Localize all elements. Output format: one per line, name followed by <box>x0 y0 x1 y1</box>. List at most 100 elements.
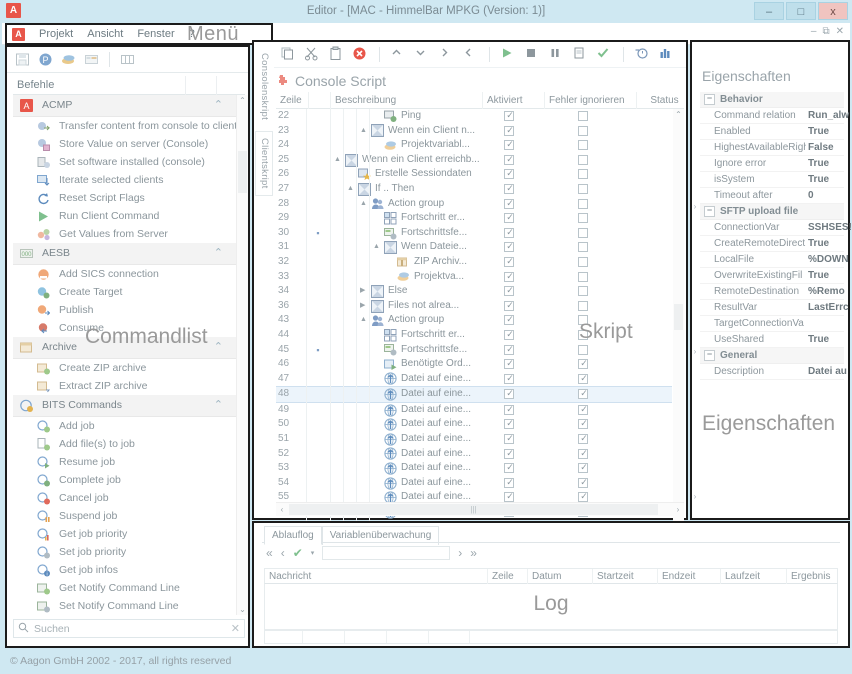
script-horizontal-scrollbar[interactable]: ‹ ||| › <box>276 502 684 516</box>
scroll-down-icon[interactable]: ⌄ <box>237 604 248 615</box>
expand-right-icon[interactable]: › <box>692 202 698 211</box>
enabled-checkbox[interactable] <box>504 166 515 181</box>
property-group-sftp-upload-file[interactable]: − SFTP upload file <box>700 204 844 220</box>
close-button[interactable]: x <box>818 2 848 20</box>
script-row[interactable]: 50 Datei auf eine... <box>276 416 672 432</box>
mdi-restore-button[interactable]: – <box>811 26 817 37</box>
column-status[interactable]: Status <box>636 92 688 109</box>
script-row[interactable]: 24 Projektvariabl... <box>276 137 672 153</box>
tree-expander[interactable]: ▶ <box>360 284 365 299</box>
script-row[interactable]: 52 Datei auf eine... <box>276 446 672 462</box>
move-up-icon[interactable] <box>390 46 407 63</box>
log-column-nachricht[interactable]: Nachricht <box>265 569 487 584</box>
mdi-close-button[interactable]: ✕ <box>836 26 844 37</box>
ignore-error-checkbox[interactable] <box>578 344 588 355</box>
script-row[interactable]: 32 ZIP Archiv... <box>276 254 672 270</box>
enabled-checkbox[interactable] <box>504 475 515 489</box>
command-item[interactable]: Set Notify Command Line <box>13 597 245 615</box>
property-value[interactable]: 0 <box>808 188 852 203</box>
paste-icon[interactable] <box>328 46 345 63</box>
ignore-error-checkbox[interactable] <box>578 227 588 238</box>
command-item[interactable]: Create ZIP archive <box>13 359 245 377</box>
script-row[interactable]: 48 Datei auf eine... <box>276 386 672 403</box>
menu-item-projekt[interactable]: Projekt <box>39 28 73 40</box>
validate-icon[interactable] <box>596 46 613 63</box>
property-row[interactable]: RemoteDestination %Remo <box>700 284 845 300</box>
cut-icon[interactable] <box>304 46 321 63</box>
script-row[interactable]: 53 Datei auf eine... <box>276 460 672 476</box>
expand-right-icon-3[interactable]: › <box>692 492 698 501</box>
enabled-checkbox[interactable] <box>504 446 515 460</box>
command-item[interactable]: Transfer content from console to client <box>13 117 245 135</box>
grid-icon[interactable] <box>83 51 100 68</box>
property-row[interactable]: Description Datei au <box>700 364 847 380</box>
ignore-error-checkbox[interactable] <box>578 111 588 121</box>
property-value[interactable]: Run_alw <box>808 108 852 123</box>
next-page-button[interactable]: › <box>458 546 462 560</box>
property-row[interactable]: ResultVar LastErrc <box>700 300 849 316</box>
enabled-checkbox[interactable] <box>504 152 515 166</box>
menu-item-ansicht[interactable]: Ansicht <box>87 28 123 40</box>
properties-splitter[interactable]: › › › <box>692 42 698 518</box>
columns-icon[interactable] <box>119 51 136 68</box>
ignore-error-checkbox[interactable] <box>578 300 588 311</box>
enabled-checkbox[interactable] <box>504 196 515 210</box>
ignore-error-checkbox[interactable] <box>578 446 589 460</box>
tree-expander[interactable]: ▲ <box>347 182 354 197</box>
command-item[interactable]: Cancel job <box>13 489 245 507</box>
enabled-checkbox[interactable] <box>504 386 515 401</box>
pause-icon[interactable] <box>548 46 565 63</box>
clear-search-icon[interactable]: ✕ <box>231 622 240 635</box>
tree-expander[interactable]: ▲ <box>360 197 367 212</box>
last-page-button[interactable]: » <box>470 546 477 560</box>
property-row[interactable]: OverwriteExistingFil True <box>700 268 844 284</box>
mdi-maximize-button[interactable]: ⧉ <box>822 26 829 37</box>
command-item[interactable]: Set software installed (console) <box>13 153 245 171</box>
ignore-error-checkbox[interactable] <box>578 286 588 297</box>
command-item[interactable]: Create Target <box>13 283 245 301</box>
ignore-error-checkbox[interactable] <box>578 416 589 431</box>
property-group-behavior[interactable]: − Behavior <box>700 92 844 108</box>
property-value[interactable]: False <box>808 140 852 155</box>
command-item[interactable]: Complete job <box>13 471 245 489</box>
prev-page-button[interactable]: ‹ <box>281 546 285 560</box>
tree-expander[interactable]: ▲ <box>360 313 367 328</box>
script-row[interactable]: 34 ▶ Else <box>276 283 672 299</box>
ignore-error-checkbox[interactable] <box>578 489 589 504</box>
enabled-checkbox[interactable] <box>504 123 515 137</box>
breakpoint-marker[interactable]: ▪ <box>308 226 328 241</box>
command-item[interactable]: Extract ZIP archive <box>13 377 245 395</box>
ignore-error-checkbox[interactable] <box>578 154 588 165</box>
command-item[interactable]: Suspend job <box>13 507 245 525</box>
command-item[interactable]: Get job priority <box>13 525 245 543</box>
save-icon[interactable] <box>14 51 31 68</box>
ignore-error-checkbox[interactable] <box>578 242 588 253</box>
script-row[interactable]: 46 Benötigte Ord... <box>276 356 672 372</box>
enabled-checkbox[interactable] <box>504 312 515 327</box>
enabled-checkbox[interactable] <box>504 283 515 298</box>
scroll-thumb[interactable]: ||| <box>289 504 658 515</box>
enabled-checkbox[interactable] <box>504 489 515 504</box>
ignore-error-checkbox[interactable] <box>578 402 589 416</box>
ignore-error-checkbox[interactable] <box>578 271 588 282</box>
ignore-error-checkbox[interactable] <box>578 213 588 224</box>
command-item[interactable]: Add file(s) to job <box>13 435 245 453</box>
property-row[interactable]: UseShared True <box>700 332 844 348</box>
ignore-error-checkbox[interactable] <box>578 140 588 151</box>
document-icon[interactable] <box>572 46 589 63</box>
property-row[interactable]: LocalFile %DOWN <box>700 252 849 268</box>
property-row[interactable]: Timeout after 0 <box>700 188 844 204</box>
ignore-error-checkbox[interactable] <box>578 460 589 475</box>
command-group-aesb[interactable]: 000 AESB ⌃ <box>13 243 245 265</box>
chevron-down-icon[interactable]: ▾ <box>311 549 315 557</box>
enabled-checkbox[interactable] <box>504 371 515 385</box>
enabled-checkbox[interactable] <box>504 342 515 356</box>
publish-icon[interactable] <box>60 51 77 68</box>
script-row[interactable]: 28 ▲ Action group <box>276 196 672 212</box>
script-row[interactable]: 54 Datei auf eine... <box>276 475 672 491</box>
scroll-thumb[interactable] <box>674 304 683 330</box>
command-item[interactable]: Publish <box>13 301 245 319</box>
enabled-checkbox[interactable] <box>504 269 515 283</box>
property-value[interactable]: True <box>808 268 852 283</box>
chevron-up-icon[interactable]: ⌃ <box>214 337 223 358</box>
